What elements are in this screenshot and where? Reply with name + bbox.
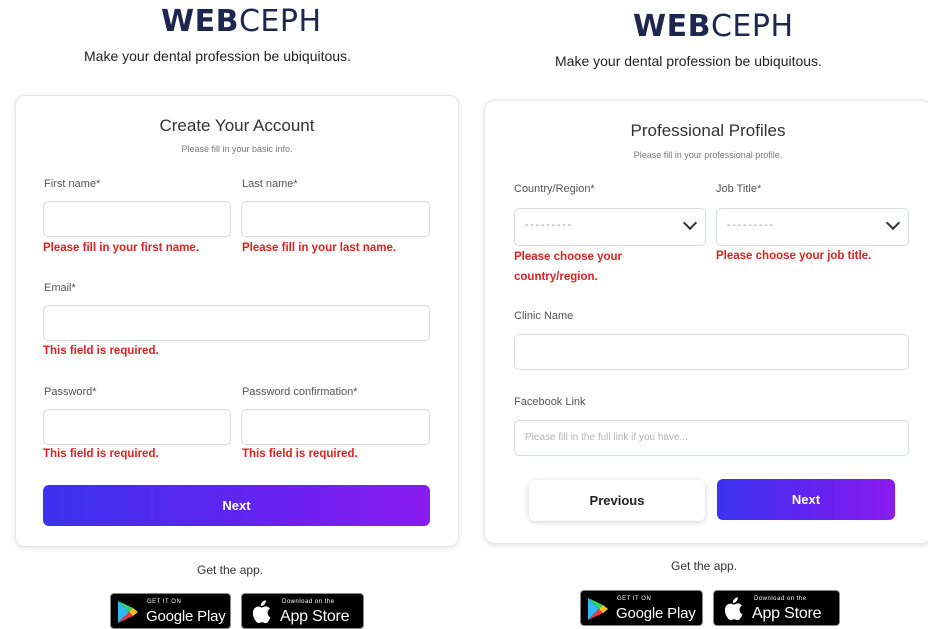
- first-name-label: First name*: [44, 178, 101, 190]
- chevron-down-icon: [885, 215, 901, 231]
- password-input[interactable]: [43, 409, 231, 445]
- google-play-icon: [118, 601, 138, 623]
- tagline: Make your dental profession be ubiquitou…: [84, 48, 351, 64]
- last-name-input[interactable]: [241, 201, 430, 237]
- email-label: Email*: [44, 282, 76, 294]
- password-confirmation-label: Password confirmation*: [242, 386, 358, 398]
- create-account-card: Create Your Account Please fill in your …: [15, 95, 459, 547]
- job-title-select[interactable]: ---------: [716, 208, 909, 246]
- google-play-big-text: Google Play: [146, 608, 226, 625]
- card-subtitle: Please fill in your professional profile…: [633, 150, 783, 160]
- google-play-badge[interactable]: GET IT ON Google Play: [110, 593, 231, 629]
- get-the-app-text: Get the app.: [671, 559, 738, 573]
- job-title-label: Job Title*: [716, 183, 762, 195]
- chevron-down-icon: [682, 215, 698, 231]
- job-title-error: Please choose your job title.: [716, 250, 872, 262]
- first-name-input[interactable]: [43, 201, 231, 237]
- app-store-badge[interactable]: Download on the App Store: [713, 590, 840, 626]
- facebook-link-input[interactable]: Please fill in the full link if you have…: [514, 420, 909, 456]
- country-region-label: Country/Region*: [514, 183, 595, 195]
- card-title: Create Your Account: [159, 116, 315, 135]
- next-button[interactable]: Next: [43, 485, 430, 526]
- email-input[interactable]: [43, 305, 430, 341]
- first-name-error: Please fill in your first name.: [43, 242, 199, 254]
- app-store-small-text: Download on the: [282, 599, 335, 605]
- password-error: This field is required.: [43, 448, 159, 460]
- next-button[interactable]: Next: [717, 479, 895, 520]
- job-title-selected: ---------: [727, 220, 775, 231]
- google-play-big-text: Google Play: [616, 605, 696, 622]
- last-name-error: Please fill in your last name.: [242, 242, 397, 254]
- tagline: Make your dental profession be ubiquitou…: [555, 53, 822, 69]
- app-store-big-text: App Store: [752, 605, 822, 622]
- card-title: Professional Profiles: [630, 121, 786, 140]
- clinic-name-input[interactable]: [514, 334, 909, 370]
- google-play-icon: [588, 598, 608, 620]
- apple-icon: [724, 597, 743, 621]
- previous-button[interactable]: Previous: [529, 480, 705, 521]
- webceph-logo: WEBCEPH: [633, 9, 794, 44]
- app-store-big-text: App Store: [280, 608, 350, 625]
- webceph-logo: WEBCEPH: [161, 4, 322, 39]
- password-label: Password*: [44, 386, 97, 398]
- facebook-link-label: Facebook Link: [514, 396, 586, 408]
- password-confirmation-input[interactable]: [241, 409, 430, 445]
- professional-profiles-card: Professional Profiles Please fill in you…: [484, 100, 928, 544]
- country-region-selected: ---------: [525, 220, 573, 231]
- app-store-small-text: Download on the: [754, 596, 807, 602]
- last-name-label: Last name*: [242, 178, 298, 190]
- google-play-badge[interactable]: GET IT ON Google Play: [580, 590, 703, 626]
- card-subtitle: Please fill in your basic info.: [181, 144, 293, 154]
- password-confirmation-error: This field is required.: [242, 448, 358, 460]
- google-play-small-text: GET IT ON: [617, 596, 652, 602]
- google-play-small-text: GET IT ON: [147, 599, 182, 605]
- app-store-badge[interactable]: Download on the App Store: [241, 593, 364, 629]
- country-region-error: Please choose your country/region.: [514, 251, 623, 283]
- email-error: This field is required.: [43, 345, 159, 357]
- apple-icon: [252, 600, 271, 624]
- country-region-select[interactable]: ---------: [514, 208, 706, 246]
- get-the-app-text: Get the app.: [197, 563, 264, 577]
- clinic-name-label: Clinic Name: [514, 310, 574, 322]
